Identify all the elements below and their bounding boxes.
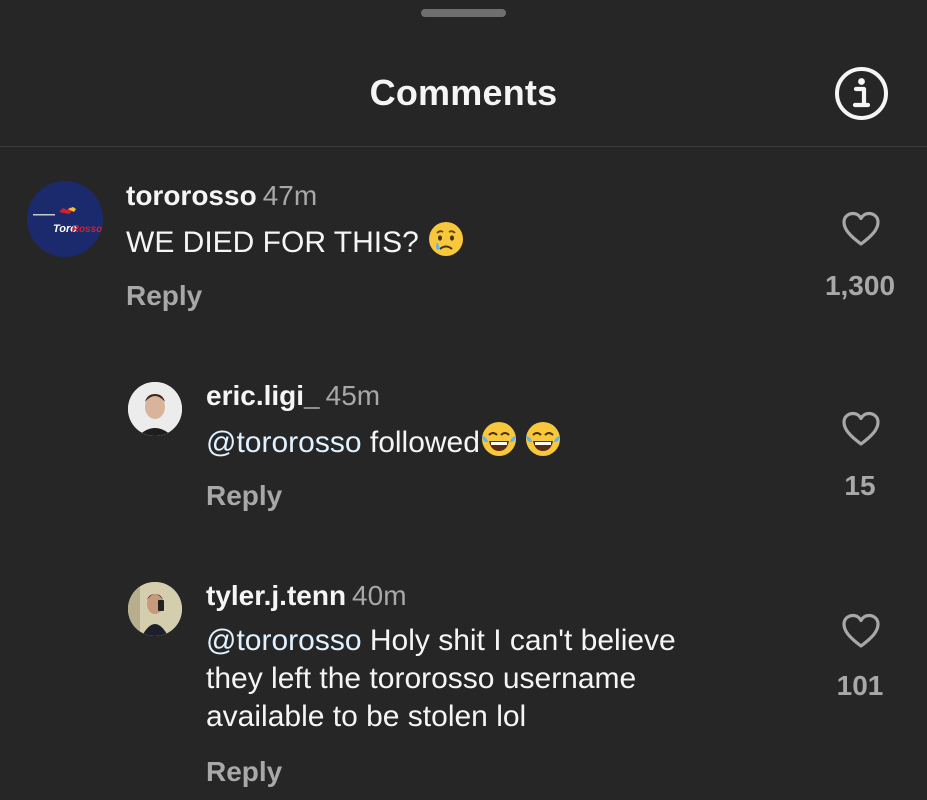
info-icon[interactable] <box>834 66 889 121</box>
timestamp: 40m <box>352 580 407 611</box>
avatar[interactable]: Toro Rosso <box>27 181 103 257</box>
comment-item: tyler.j.tenn 40m @tororosso Holy shit I c… <box>0 570 927 800</box>
like-count: 1,300 <box>824 270 896 301</box>
heart-icon[interactable] <box>841 411 881 447</box>
crying-face-icon <box>427 220 465 258</box>
heart-icon[interactable] <box>841 613 881 649</box>
reply-button[interactable]: Reply <box>206 480 282 512</box>
username[interactable]: eric.ligi_ <box>206 380 320 411</box>
mention-link[interactable]: @tororosso <box>206 624 362 657</box>
timestamp: 47m <box>262 180 318 211</box>
tears-of-joy-icon <box>524 420 562 458</box>
comment-text: @tororosso Holy shit I can't believe the… <box>206 622 806 736</box>
comment-body: Holy shit I can't believe <box>369 624 676 657</box>
comment-meta: tyler.j.tenn 40m <box>206 580 407 612</box>
comment-text: @tororosso followed <box>206 420 562 462</box>
comment-line: @tororosso Holy shit I can't believe <box>206 622 806 660</box>
tears-of-joy-icon <box>480 420 518 458</box>
avatar[interactable] <box>128 382 182 436</box>
mention-link[interactable]: @tororosso <box>206 426 362 459</box>
like-count: 15 <box>844 470 876 501</box>
like-count: 101 <box>836 670 884 701</box>
comment-body: followed <box>369 426 480 459</box>
reply-button[interactable]: Reply <box>206 756 282 788</box>
comment-item: eric.ligi_ 45m @tororosso followed Reply… <box>0 370 927 530</box>
comment-meta: eric.ligi_ 45m <box>206 380 380 412</box>
comment-body: WE DIED FOR THIS? <box>126 226 419 259</box>
comment-meta: tororosso 47m <box>126 180 317 212</box>
comments-sheet: Comments Toro Rosso tororosso 47m WE DIE… <box>0 0 927 800</box>
svg-text:Rosso: Rosso <box>72 224 103 235</box>
username[interactable]: tyler.j.tenn <box>206 580 346 611</box>
comments-header: Comments <box>0 0 927 147</box>
comment-item: Toro Rosso tororosso 47m WE DIED FOR THIS… <box>0 170 927 330</box>
avatar[interactable] <box>128 582 182 636</box>
heart-icon[interactable] <box>841 211 881 247</box>
timestamp: 45m <box>325 380 381 411</box>
username[interactable]: tororosso <box>126 180 257 211</box>
reply-button[interactable]: Reply <box>126 280 202 312</box>
comment-line: available to be stolen lol <box>206 700 527 733</box>
comment-text: WE DIED FOR THIS? <box>126 220 465 262</box>
page-title: Comments <box>369 72 558 113</box>
comment-line: they left the tororosso username <box>206 662 637 695</box>
